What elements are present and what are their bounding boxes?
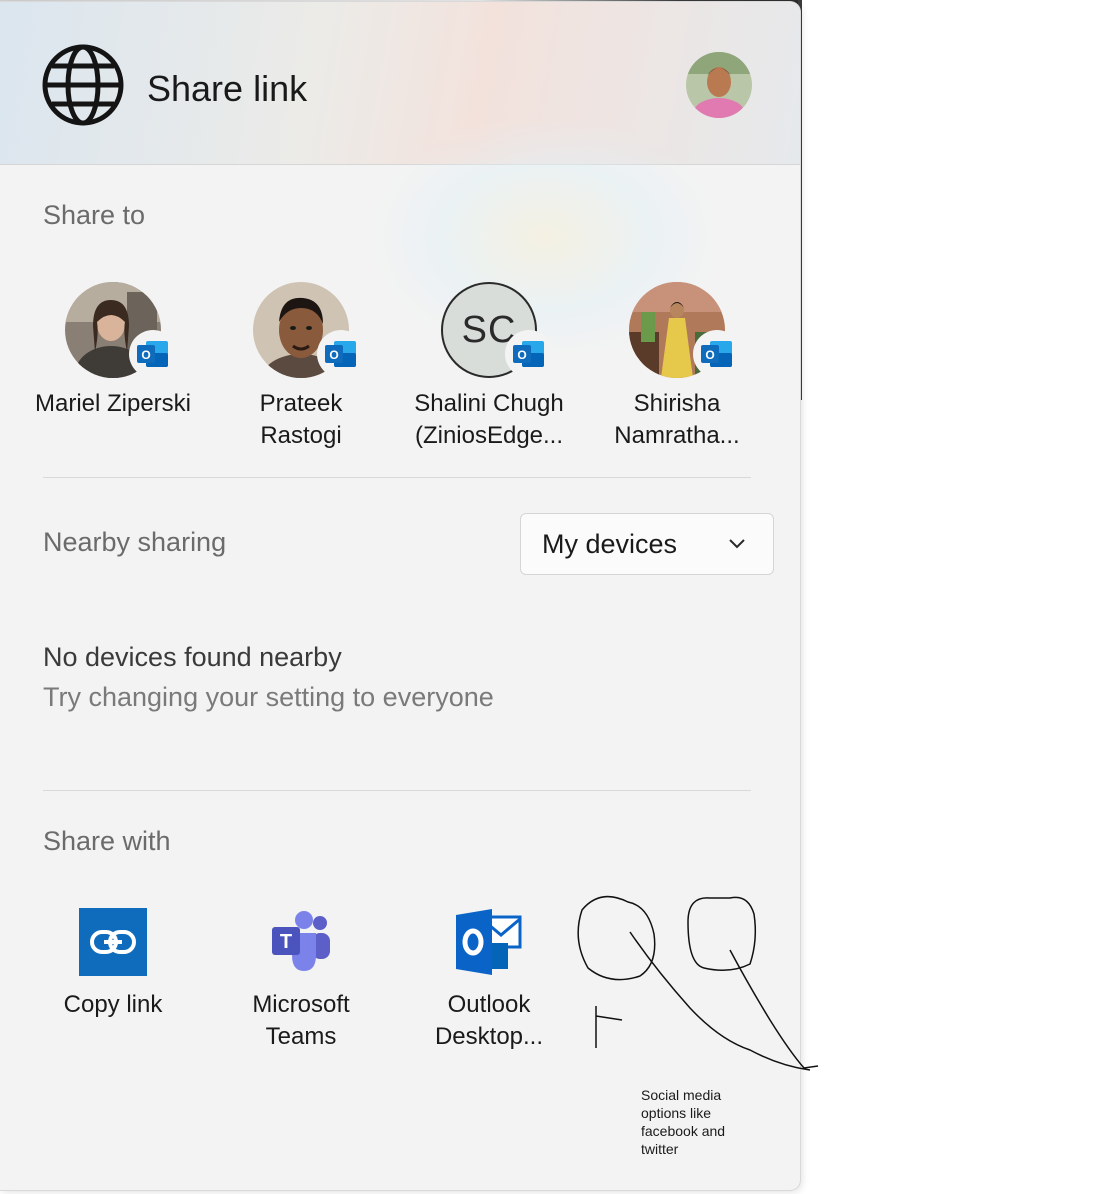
nearby-devices-dropdown[interactable]: My devices bbox=[520, 513, 774, 575]
app-name: Outlook Desktop... bbox=[434, 991, 544, 1050]
avatar: O bbox=[253, 282, 365, 378]
share-with-heading: Share with bbox=[43, 826, 171, 856]
outlook-badge-icon: O bbox=[129, 330, 177, 378]
share-to-heading: Share to bbox=[43, 200, 146, 230]
svg-text:O: O bbox=[517, 348, 526, 362]
svg-text:O: O bbox=[705, 348, 714, 362]
contact-name: Mariel Ziperski bbox=[34, 390, 192, 417]
app-name: Copy link bbox=[63, 991, 163, 1018]
contact-name: Shirisha Namratha... bbox=[614, 390, 740, 449]
svg-text:O: O bbox=[141, 348, 150, 362]
avatar: O bbox=[65, 282, 177, 378]
contact-mariel[interactable]: O Mariel Ziperski bbox=[18, 282, 208, 420]
svg-text:T: T bbox=[280, 931, 292, 953]
dialog-title: Share link bbox=[147, 68, 308, 109]
link-icon bbox=[79, 908, 147, 976]
no-devices-hint: Try changing your setting to everyone bbox=[43, 682, 494, 712]
nearby-sharing-heading: Nearby sharing bbox=[43, 527, 227, 557]
outlook-badge-icon: O bbox=[505, 330, 553, 378]
avatar: SC O bbox=[441, 282, 553, 378]
chevron-down-icon bbox=[729, 539, 745, 549]
no-devices-message: No devices found nearby bbox=[43, 642, 342, 672]
contact-shirisha[interactable]: O Shirisha Namratha... bbox=[582, 282, 772, 452]
outlook-icon bbox=[456, 909, 522, 975]
dropdown-selected-value: My devices bbox=[542, 528, 678, 559]
account-avatar[interactable] bbox=[686, 52, 752, 118]
microsoft-teams-button[interactable]: T Microsoft Teams bbox=[206, 907, 396, 1053]
app-name: Microsoft Teams bbox=[252, 991, 350, 1050]
globe-icon bbox=[42, 44, 124, 126]
contact-name: Prateek Rastogi bbox=[259, 390, 343, 449]
annotation-note: Social media options like facebook and t… bbox=[641, 1087, 726, 1157]
svg-text:O: O bbox=[329, 348, 338, 362]
outlook-badge-icon: O bbox=[317, 330, 365, 378]
outlook-badge-icon: O bbox=[693, 330, 741, 378]
section-divider bbox=[43, 477, 751, 478]
copy-link-button[interactable]: Copy link bbox=[18, 907, 208, 1021]
contact-shalini[interactable]: SC O Shalini Chugh (ZiniosEdge... bbox=[394, 282, 584, 452]
contact-prateek[interactable]: O Prateek Rastogi bbox=[206, 282, 396, 452]
contact-name: Shalini Chugh (ZiniosEdge... bbox=[414, 390, 564, 449]
avatar: O bbox=[629, 282, 741, 378]
teams-icon: T bbox=[272, 911, 330, 971]
hand-drawn-annotation bbox=[577, 895, 819, 1071]
section-divider bbox=[43, 790, 751, 791]
outlook-desktop-button[interactable]: Outlook Desktop... bbox=[394, 907, 584, 1053]
